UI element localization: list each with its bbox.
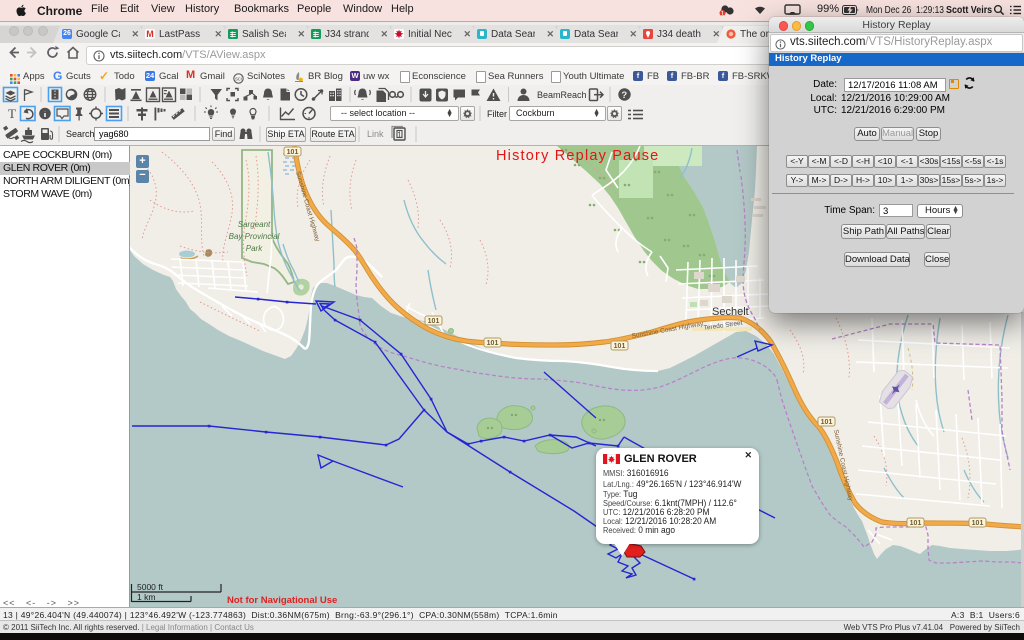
svg-text:101: 101 (972, 520, 984, 527)
svg-text:101: 101 (821, 419, 833, 426)
svg-text:sci: sci (235, 76, 242, 82)
svg-text:1: 1 (721, 10, 725, 17)
svg-text:?: ? (621, 90, 627, 101)
svg-text:101: 101 (428, 318, 440, 325)
svg-text:Sargeant: Sargeant (238, 220, 271, 229)
svg-text:101: 101 (910, 520, 922, 527)
svg-text:1 km: 1 km (137, 592, 155, 602)
svg-text:Park: Park (246, 244, 263, 253)
svg-text:Sechelt: Sechelt (712, 306, 749, 318)
svg-text:101: 101 (614, 343, 626, 350)
svg-text:T: T (8, 106, 16, 121)
svg-text:101: 101 (487, 340, 499, 347)
svg-text:101: 101 (287, 149, 299, 156)
svg-text:Bay Provincial: Bay Provincial (229, 232, 280, 241)
svg-text:5000 ft: 5000 ft (137, 582, 164, 592)
svg-text:1: 1 (397, 131, 402, 140)
